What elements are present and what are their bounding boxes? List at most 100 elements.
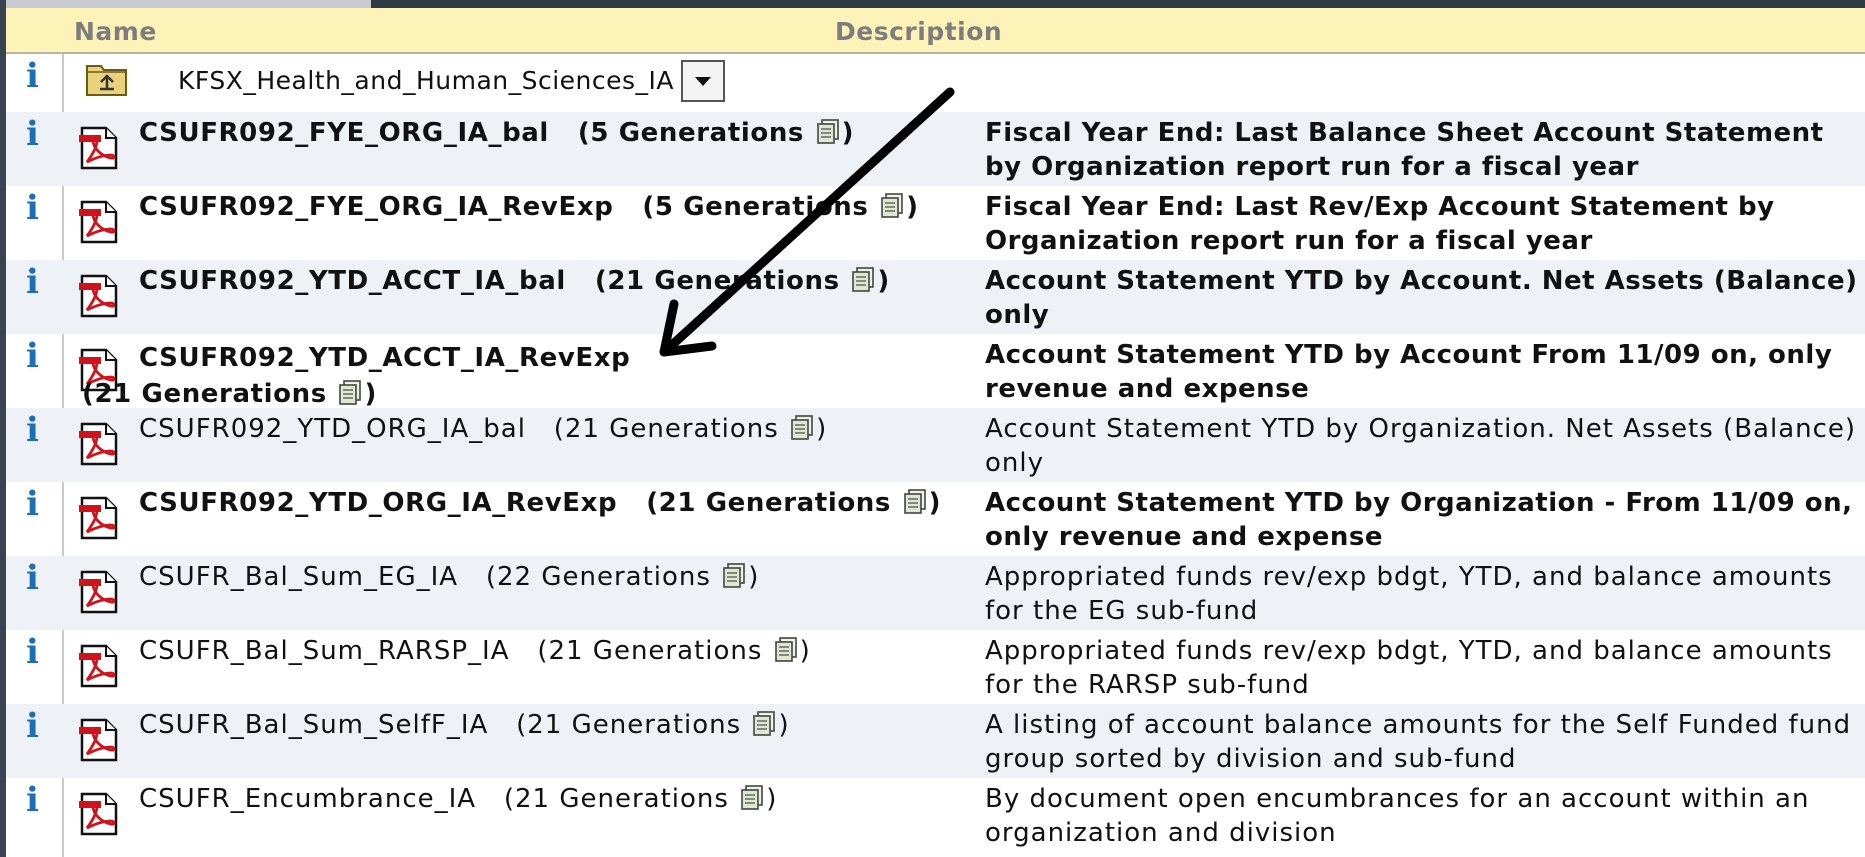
report-link[interactable]: CSUFR092_YTD_ORG_IA_RevExp (139, 488, 617, 518)
generations-count[interactable]: (21 Generations ) (82, 379, 377, 409)
info-icon[interactable]: i (26, 336, 39, 376)
info-icon[interactable]: i (26, 632, 39, 672)
report-list: i KFSX_Health_and_Human_Sciences_IA i CSU… (6, 54, 1865, 852)
folder-dropdown-button[interactable] (681, 60, 725, 102)
report-name-cell: CSUFR_Bal_Sum_EG_IA (22 Generations ) (139, 562, 759, 592)
info-icon[interactable]: i (26, 484, 39, 524)
generations-count[interactable]: (21 Generations ) (516, 710, 790, 740)
info-icon[interactable]: i (26, 780, 39, 820)
copies-icon[interactable] (903, 489, 927, 515)
report-description: By document open encumbrances for an acc… (985, 784, 1810, 848)
report-description: Appropriated funds rev/exp bdgt, YTD, an… (985, 562, 1833, 626)
report-name-cell: CSUFR092_YTD_ACCT_IA_bal (21 Generations… (139, 266, 890, 296)
copies-icon[interactable] (774, 637, 798, 663)
report-row: i CSUFR_Encumbrance_IA (21 Generations ) B… (6, 778, 1865, 852)
info-icon[interactable]: i (26, 558, 39, 598)
report-link[interactable]: CSUFR092_YTD_ACCT_IA_RevExp (139, 343, 630, 373)
info-icon[interactable]: i (26, 188, 39, 228)
copies-icon[interactable] (790, 415, 814, 441)
generations-label: (21 Generations (594, 266, 840, 296)
report-name-cell: CSUFR092_FYE_ORG_IA_RevExp (5 Generation… (139, 192, 919, 222)
copies-icon[interactable] (752, 711, 776, 737)
generations-count[interactable]: (5 Generations ) (578, 118, 854, 148)
top-bar (0, 0, 1865, 8)
copies-icon[interactable] (816, 119, 840, 145)
report-name-cell: CSUFR_Bal_Sum_RARSP_IA (21 Generations ) (139, 636, 811, 666)
copies-icon[interactable] (338, 380, 362, 406)
report-row: i CSUFR092_YTD_ACCT_IA_RevExp (21 Generat… (6, 334, 1865, 409)
copies-icon[interactable] (722, 563, 746, 589)
copies-icon[interactable] (740, 785, 764, 811)
folder-name: KFSX_Health_and_Human_Sciences_IA (178, 66, 675, 95)
report-name-cell: CSUFR_Encumbrance_IA (21 Generations ) (139, 784, 777, 814)
report-name-cell: CSUFR092_YTD_ACCT_IA_RevExp (21 Generati… (82, 340, 722, 412)
generations-label: (5 Generations (577, 118, 805, 148)
report-description: Fiscal Year End: Last Balance Sheet Acco… (985, 118, 1824, 182)
generations-label: (21 Generations (553, 414, 779, 444)
pdf-report-icon[interactable] (78, 570, 118, 614)
name-column-header[interactable]: Name (74, 17, 157, 46)
generations-close: ) (766, 784, 778, 814)
report-rows: i CSUFR092_FYE_ORG_IA_bal (5 Generations … (6, 112, 1865, 852)
chevron-down-icon (695, 77, 711, 86)
info-icon[interactable]: i (26, 56, 39, 96)
pdf-report-icon[interactable] (78, 422, 118, 466)
report-description: Fiscal Year End: Last Rev/Exp Account St… (985, 192, 1775, 256)
report-link[interactable]: CSUFR_Bal_Sum_RARSP_IA (139, 636, 510, 666)
report-link[interactable]: CSUFR092_YTD_ORG_IA_bal (139, 414, 526, 444)
generations-close: ) (928, 488, 942, 518)
pdf-report-icon[interactable] (78, 644, 118, 688)
report-row: i CSUFR092_FYE_ORG_IA_bal (5 Generations … (6, 112, 1865, 186)
pdf-report-icon[interactable] (78, 718, 118, 762)
generations-count[interactable]: (21 Generations ) (595, 266, 890, 296)
pdf-report-icon[interactable] (78, 274, 118, 318)
generations-label: (21 Generations (646, 488, 891, 518)
generations-label: (22 Generations (485, 562, 711, 592)
report-link[interactable]: CSUFR092_FYE_ORG_IA_RevExp (139, 192, 613, 222)
generations-count[interactable]: (5 Generations ) (642, 192, 918, 222)
report-description: Account Statement YTD by Organization - … (985, 488, 1853, 552)
generations-label: (5 Generations (642, 192, 869, 222)
report-description: Account Statement YTD by Organization. N… (985, 414, 1857, 478)
report-name-cell: CSUFR092_FYE_ORG_IA_bal (5 Generations ) (139, 118, 854, 148)
info-icon[interactable]: i (26, 706, 39, 746)
report-row: i CSUFR_Bal_Sum_EG_IA (22 Generations ) Ap… (6, 556, 1865, 630)
info-icon[interactable]: i (26, 114, 39, 154)
generations-count[interactable]: (21 Generations ) (646, 488, 941, 518)
report-browser: Name Description i KFSX_Health_and_Human… (0, 0, 1865, 857)
pdf-report-icon[interactable] (78, 126, 118, 170)
pdf-report-icon[interactable] (78, 792, 118, 836)
generations-label: (21 Generations (82, 379, 327, 409)
report-name-cell: CSUFR_Bal_Sum_SelfF_IA (21 Generations ) (139, 710, 790, 740)
report-link[interactable]: CSUFR092_FYE_ORG_IA_bal (139, 118, 549, 148)
description-column-header[interactable]: Description (835, 17, 1002, 46)
generations-count[interactable]: (21 Generations ) (504, 784, 778, 814)
generations-close: ) (877, 266, 890, 296)
copies-icon[interactable] (880, 193, 904, 219)
info-icon[interactable]: i (26, 262, 39, 302)
report-link[interactable]: CSUFR_Bal_Sum_SelfF_IA (139, 710, 488, 740)
info-icon[interactable]: i (26, 410, 39, 450)
report-link[interactable]: CSUFR_Bal_Sum_EG_IA (139, 562, 458, 592)
top-tab[interactable] (6, 0, 371, 8)
folder-row: i KFSX_Health_and_Human_Sciences_IA (6, 54, 1865, 112)
generations-count[interactable]: (22 Generations ) (486, 562, 760, 592)
report-link[interactable]: CSUFR_Encumbrance_IA (139, 784, 476, 814)
report-row: i CSUFR_Bal_Sum_SelfF_IA (21 Generations … (6, 704, 1865, 778)
generations-close: ) (778, 710, 790, 740)
report-description: Account Statement YTD by Account. Net As… (985, 266, 1858, 330)
report-description: A listing of account balance amounts for… (985, 710, 1852, 774)
generations-close: ) (816, 414, 828, 444)
report-link[interactable]: CSUFR092_YTD_ACCT_IA_bal (139, 266, 566, 296)
table-header: Name Description (6, 8, 1865, 54)
report-row: i CSUFR092_YTD_ACCT_IA_bal (21 Generation… (6, 260, 1865, 334)
generations-count[interactable]: (21 Generations ) (554, 414, 828, 444)
report-name-cell: CSUFR092_YTD_ORG_IA_RevExp (21 Generatio… (139, 488, 941, 518)
generations-close: ) (799, 636, 811, 666)
pdf-report-icon[interactable] (78, 200, 118, 244)
generations-label: (21 Generations (516, 710, 742, 740)
copies-icon[interactable] (851, 267, 875, 293)
folder-up-icon[interactable] (86, 62, 128, 96)
generations-count[interactable]: (21 Generations ) (537, 636, 811, 666)
pdf-report-icon[interactable] (78, 496, 118, 540)
